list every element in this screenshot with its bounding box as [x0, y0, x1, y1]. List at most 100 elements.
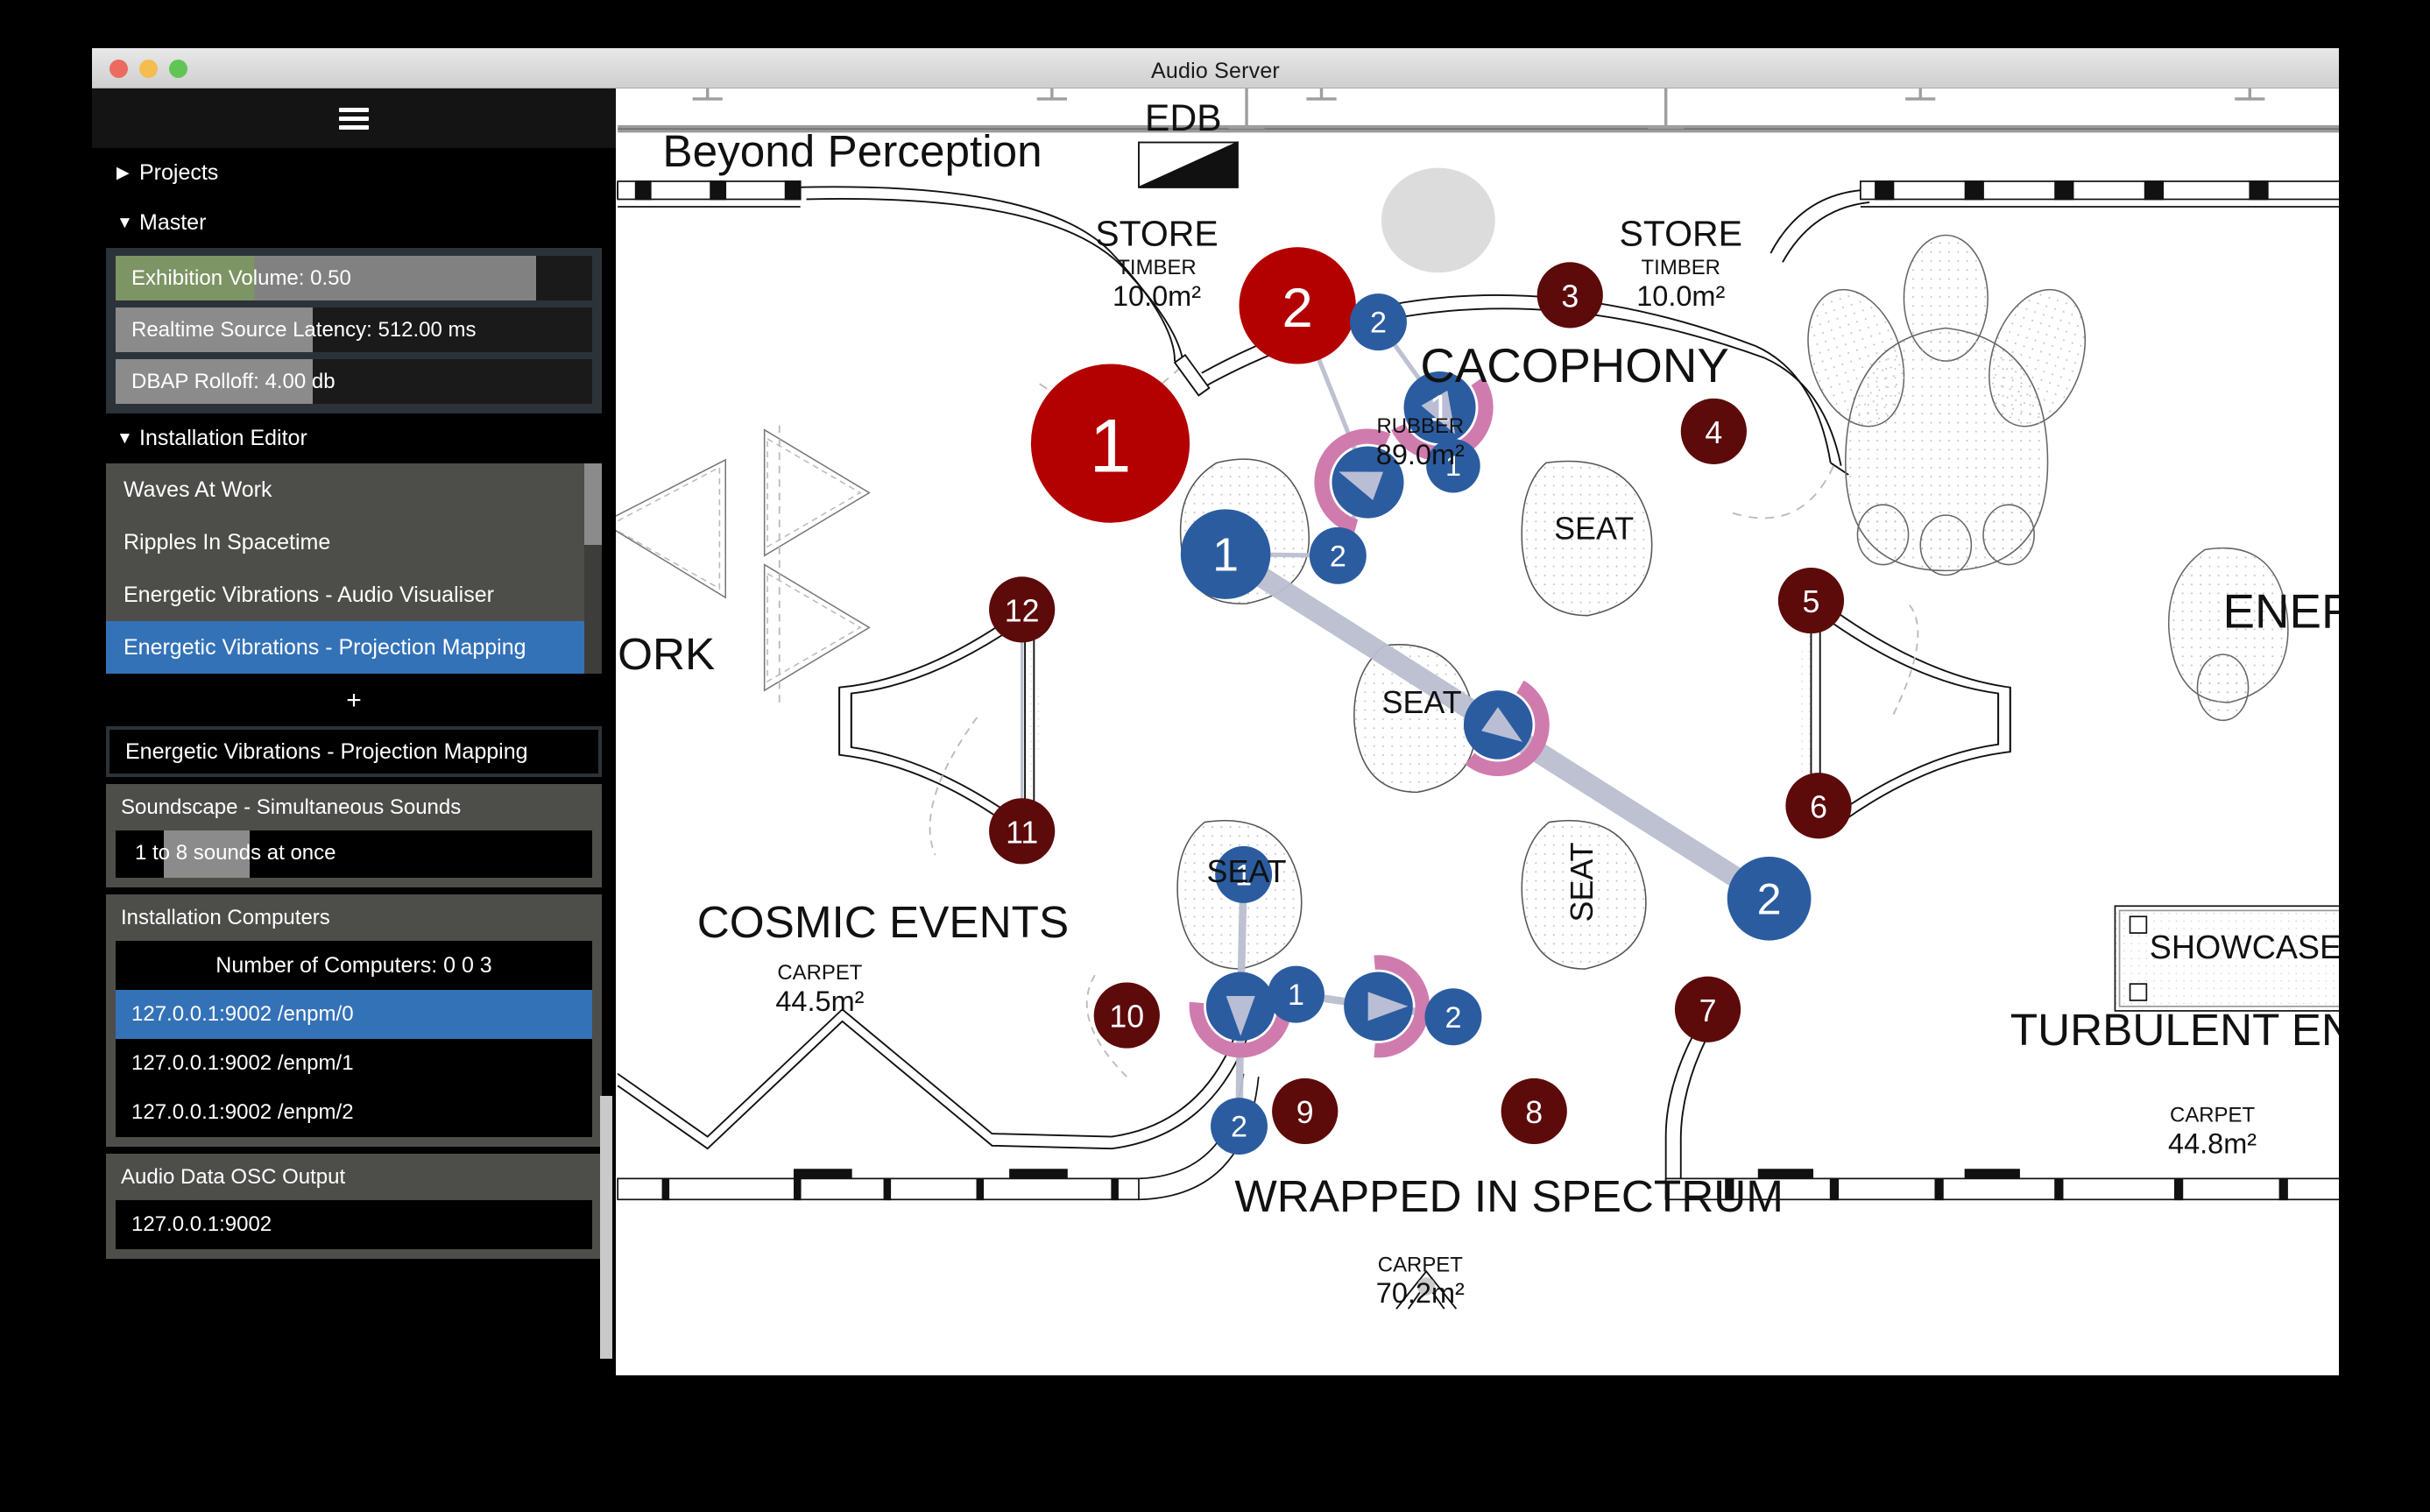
sidebar: Projects Master Exhibition Volume: 0.50 … [92, 88, 616, 1375]
room-material: CARPET [2170, 1103, 2255, 1127]
speaker-node[interactable]: 3 [1536, 262, 1603, 329]
exhibition-volume-label: Exhibition Volume: 0.50 [131, 266, 351, 290]
room-area: 44.8m² [2168, 1127, 2257, 1159]
osc-address-box: 127.0.0.1:9002 [116, 1200, 592, 1249]
sidebar-section-projects-label: Projects [139, 160, 219, 185]
source-node[interactable]: 1 [1267, 965, 1324, 1023]
source-node[interactable]: 1 [1180, 509, 1271, 599]
speaker-label: 10 [1109, 1000, 1144, 1035]
floorplan-canvas[interactable]: 1 2 3 4 5 6 7 8 9 10 11 12 1211221122 STORE TIMBER 10… [616, 88, 2339, 1375]
list-item[interactable]: Waves At Work [106, 463, 602, 516]
screen-root: Audio Server Projects Master [0, 0, 2430, 1512]
computer-row[interactable]: 127.0.0.1:9002 /enpm/2 [116, 1088, 592, 1137]
zone-labels: Beyond Perception CACOPHONY ORK COSMIC EVEN… [618, 97, 2339, 1221]
installation-computers-header: Installation Computers [121, 906, 330, 929]
app-window: Audio Server Projects Master [92, 48, 2339, 1375]
chevron-down-icon [117, 214, 139, 233]
speaker-label: 6 [1810, 789, 1827, 824]
speaker-node[interactable]: 6 [1785, 773, 1852, 839]
room-material: CARPET [777, 961, 862, 985]
seat-label: SEAT [1207, 854, 1287, 889]
exhibition-volume-slider[interactable]: Exhibition Volume: 0.50 [116, 256, 592, 300]
speaker-node[interactable]: 1 [1030, 364, 1190, 523]
simultaneous-sounds-value: 1 to 8 sounds at once [135, 841, 336, 865]
source-label: 2 [1370, 307, 1387, 340]
speaker-label: 5 [1803, 584, 1820, 619]
computer-row[interactable]: 127.0.0.1:9002 /enpm/1 [116, 1039, 592, 1088]
source-node[interactable]: 2 [1424, 988, 1482, 1046]
speaker-node[interactable]: 4 [1680, 398, 1747, 465]
speaker-node[interactable]: 5 [1777, 567, 1845, 634]
realtime-source-latency-slider[interactable]: Realtime Source Latency: 512.00 ms [116, 307, 592, 352]
sculpture-shape [1807, 234, 2289, 722]
soundscape-header: Soundscape - Simultaneous Sounds [121, 795, 462, 819]
realtime-source-latency-label: Realtime Source Latency: 512.00 ms [131, 318, 477, 342]
installation-list-scrollbar[interactable] [584, 463, 602, 674]
speaker-label: 12 [1005, 593, 1040, 628]
source-label: 2 [1330, 540, 1346, 573]
chevron-right-icon [117, 163, 139, 183]
zone-label: Beyond Perception [662, 126, 1042, 176]
speaker-node[interactable]: 8 [1501, 1077, 1567, 1145]
room-area: 10.0m² [1113, 280, 1201, 312]
source-node[interactable]: 2 [1727, 856, 1812, 941]
speaker-node[interactable]: 9 [1272, 1077, 1339, 1145]
simultaneous-sounds-slider[interactable]: 1 to 8 sounds at once [116, 830, 592, 878]
audio-data-osc-output-card: Audio Data OSC Output 127.0.0.1:9002 [106, 1154, 602, 1259]
room-area: 89.0m² [1376, 439, 1465, 470]
room-material: CARPET [1378, 1253, 1463, 1276]
dbap-rolloff-slider[interactable]: DBAP Rolloff: 4.00 db [116, 359, 592, 404]
zone-label: WRAPPED IN SPECTRUM [1234, 1171, 1784, 1221]
zone-label: EDB [1145, 97, 1222, 139]
computers-list: Number of Computers: 0 0 3 127.0.0.1:900… [116, 941, 592, 1137]
sidebar-scrollbar-thumb[interactable] [600, 1096, 612, 1359]
speaker-node[interactable]: 10 [1093, 982, 1160, 1049]
sidebar-section-installation-editor[interactable]: Installation Editor [92, 413, 616, 463]
sidebar-section-master[interactable]: Master [92, 198, 616, 248]
list-item[interactable]: Energetic Vibrations - Audio Visualiser [106, 569, 602, 621]
dbap-rolloff-label: DBAP Rolloff: 4.00 db [131, 370, 336, 393]
source-label: 2 [1231, 1111, 1247, 1144]
speaker-node[interactable]: 12 [989, 576, 1056, 643]
list-item-selected[interactable]: Energetic Vibrations - Projection Mappin… [106, 621, 602, 674]
room-material: TIMBER [1642, 256, 1720, 279]
hamburger-icon [339, 103, 369, 134]
sidebar-section-projects[interactable]: Projects [92, 148, 616, 198]
source-label: 2 [1445, 1001, 1461, 1035]
number-of-computers-stepper[interactable]: Number of Computers: 0 0 3 [116, 941, 592, 990]
osc-address-field[interactable]: 127.0.0.1:9002 [116, 1200, 592, 1249]
source-node[interactable]: 2 [1211, 1098, 1268, 1155]
source-node[interactable]: 2 [1350, 293, 1407, 351]
zone-label: COSMIC EVENTS [697, 897, 1069, 947]
zone-label: SHOWCASE [2150, 929, 2339, 965]
speaker-node[interactable]: 7 [1674, 976, 1741, 1042]
speaker-node[interactable]: 11 [989, 798, 1056, 865]
list-item[interactable]: Ripples In Spacetime [106, 516, 602, 569]
speaker-node[interactable]: 2 [1239, 247, 1356, 364]
installation-list: Waves At Work Ripples In Spacetime Energ… [106, 463, 602, 674]
installation-name-field[interactable]: Energetic Vibrations - Projection Mappin… [106, 726, 602, 777]
room-material: RUBBER [1376, 414, 1464, 438]
zone-label: ENERGETI [2223, 583, 2339, 638]
master-panel: Exhibition Volume: 0.50 Realtime Source … [106, 248, 602, 413]
source-node[interactable] [1463, 680, 1550, 777]
add-installation-button[interactable]: + [92, 674, 616, 726]
menu-button[interactable] [92, 88, 616, 148]
sidebar-section-installation-editor-label: Installation Editor [139, 426, 307, 450]
scrollbar-thumb[interactable] [584, 463, 602, 545]
soundscape-card: Soundscape - Simultaneous Sounds 1 to 8 … [106, 784, 602, 887]
speaker-label: 4 [1705, 415, 1722, 450]
installation-computers-card: Installation Computers Number of Compute… [106, 894, 602, 1147]
computer-row-selected[interactable]: 127.0.0.1:9002 /enpm/0 [116, 990, 592, 1039]
speaker-label: 11 [1006, 815, 1038, 850]
seat-label: SEAT [1554, 512, 1634, 547]
speaker-label: 1 [1090, 405, 1132, 489]
seat-label: SEAT [1382, 685, 1462, 720]
speaker-label: 2 [1282, 278, 1313, 339]
source-node[interactable]: 2 [1309, 526, 1367, 584]
room-material: TIMBER [1117, 256, 1196, 279]
zone-label: TURBULENT ENCO [2010, 1005, 2339, 1055]
source-node[interactable] [1344, 955, 1430, 1058]
sidebar-section-master-label: Master [139, 210, 207, 235]
source-label: 1 [1212, 529, 1239, 582]
